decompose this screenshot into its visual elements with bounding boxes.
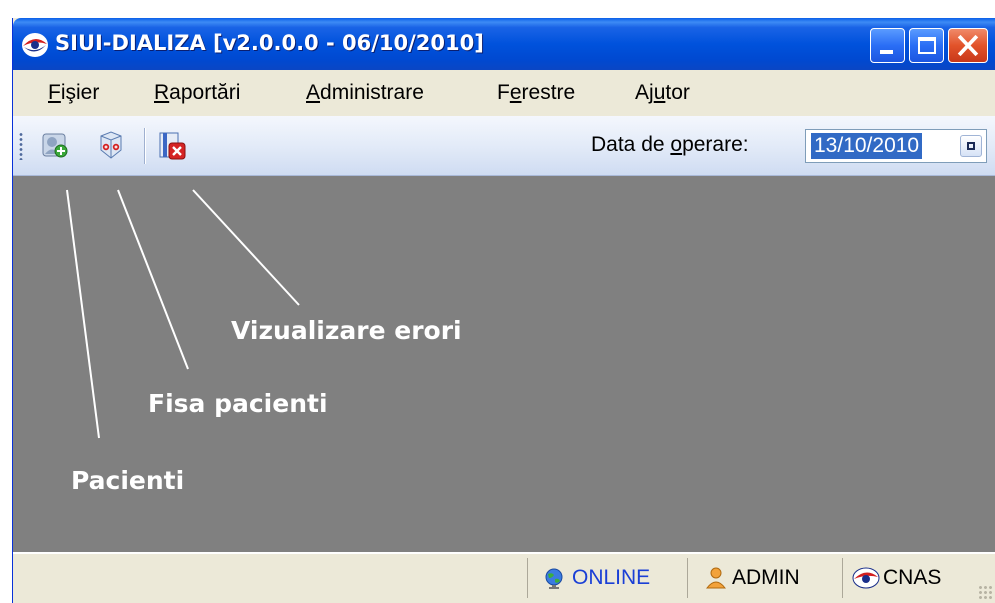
- minimize-icon: [880, 50, 893, 54]
- operating-date-label-accel: o: [670, 133, 683, 156]
- app-window: SIUI-DIALIZA [v2.0.0.0 - 06/10/2010] Fiş…: [12, 18, 995, 603]
- menu-raportari-accel: R: [154, 81, 170, 104]
- status-user-panel: ADMIN: [687, 558, 842, 598]
- operating-date-label-pre: Data de: [591, 133, 671, 156]
- window-title: SIUI-DIALIZA [v2.0.0.0 - 06/10/2010]: [55, 31, 484, 55]
- menu-administrare-label: dministrare: [320, 81, 424, 104]
- callout-line-patients: [66, 189, 100, 439]
- callout-line-errors: [192, 189, 300, 306]
- globe-icon: [545, 568, 563, 589]
- menu-ajutor-label: tor: [665, 81, 690, 104]
- operating-date-field[interactable]: 13/10/2010: [805, 129, 987, 163]
- status-bar: ONLINE ADMIN CNAS: [13, 552, 995, 603]
- menu-fisier-label: işier: [60, 81, 100, 104]
- maximize-button[interactable]: [909, 28, 944, 63]
- toolbar: Data de operare: 13/10/2010: [13, 116, 995, 176]
- menu-ajutor-pre: Aj: [635, 81, 654, 104]
- cnas-eye-logo-icon: [852, 567, 880, 589]
- menu-ajutor[interactable]: Ajutor: [635, 81, 690, 105]
- status-org-panel: CNAS: [842, 558, 974, 598]
- menu-raportari-label: aportări: [169, 81, 241, 104]
- operating-date-label-rest: perare:: [682, 133, 749, 156]
- cnas-eye-logo-icon: [22, 33, 48, 57]
- status-online-text: ONLINE: [572, 566, 651, 589]
- resize-grip[interactable]: [978, 585, 994, 601]
- status-online-panel: ONLINE: [527, 558, 687, 598]
- minimize-button[interactable]: [870, 28, 905, 63]
- error-view-icon[interactable]: [156, 130, 188, 162]
- menu-ferestre[interactable]: Ferestre: [497, 81, 575, 105]
- callout-errors-label: Vizualizare erori: [231, 316, 462, 345]
- mdi-client-area: Vizualizare erori Fisa pacienti Pacienti: [13, 176, 995, 552]
- status-user-text: ADMIN: [732, 566, 800, 589]
- menu-fisier-accel: F: [48, 81, 61, 104]
- menu-ferestre-label: restre: [521, 81, 576, 104]
- menu-ferestre-pre: F: [497, 81, 510, 104]
- menu-ferestre-accel: e: [509, 81, 522, 104]
- close-icon: [957, 34, 979, 57]
- close-button[interactable]: [948, 28, 988, 63]
- user-icon: [705, 567, 727, 589]
- title-bar[interactable]: SIUI-DIALIZA [v2.0.0.0 - 06/10/2010]: [13, 18, 995, 70]
- toolbar-separator: [144, 128, 146, 164]
- operating-date-value[interactable]: 13/10/2010: [811, 133, 923, 159]
- status-org-text: CNAS: [883, 566, 942, 589]
- callout-line-file: [117, 189, 189, 370]
- menu-fisier[interactable]: Fişier: [48, 81, 99, 105]
- callout-patients-label: Pacienti: [71, 466, 185, 495]
- toolbar-grip[interactable]: [19, 132, 23, 160]
- menu-ajutor-accel: u: [653, 81, 666, 104]
- patient-file-icon[interactable]: [95, 130, 127, 162]
- patients-icon[interactable]: [40, 130, 72, 162]
- maximize-icon: [918, 37, 936, 54]
- menu-bar: Fişier Raportări Administrare Ferestre A…: [13, 70, 995, 116]
- menu-administrare-accel: A: [306, 81, 321, 104]
- annotation-lines: [66, 189, 300, 439]
- callout-file-label: Fisa pacienti: [148, 389, 328, 418]
- menu-raportari[interactable]: Raportări: [154, 81, 240, 105]
- operating-date-label: Data de operare:: [591, 133, 749, 157]
- calendar-dropdown-icon[interactable]: [960, 135, 982, 157]
- menu-administrare[interactable]: Administrare: [306, 81, 424, 105]
